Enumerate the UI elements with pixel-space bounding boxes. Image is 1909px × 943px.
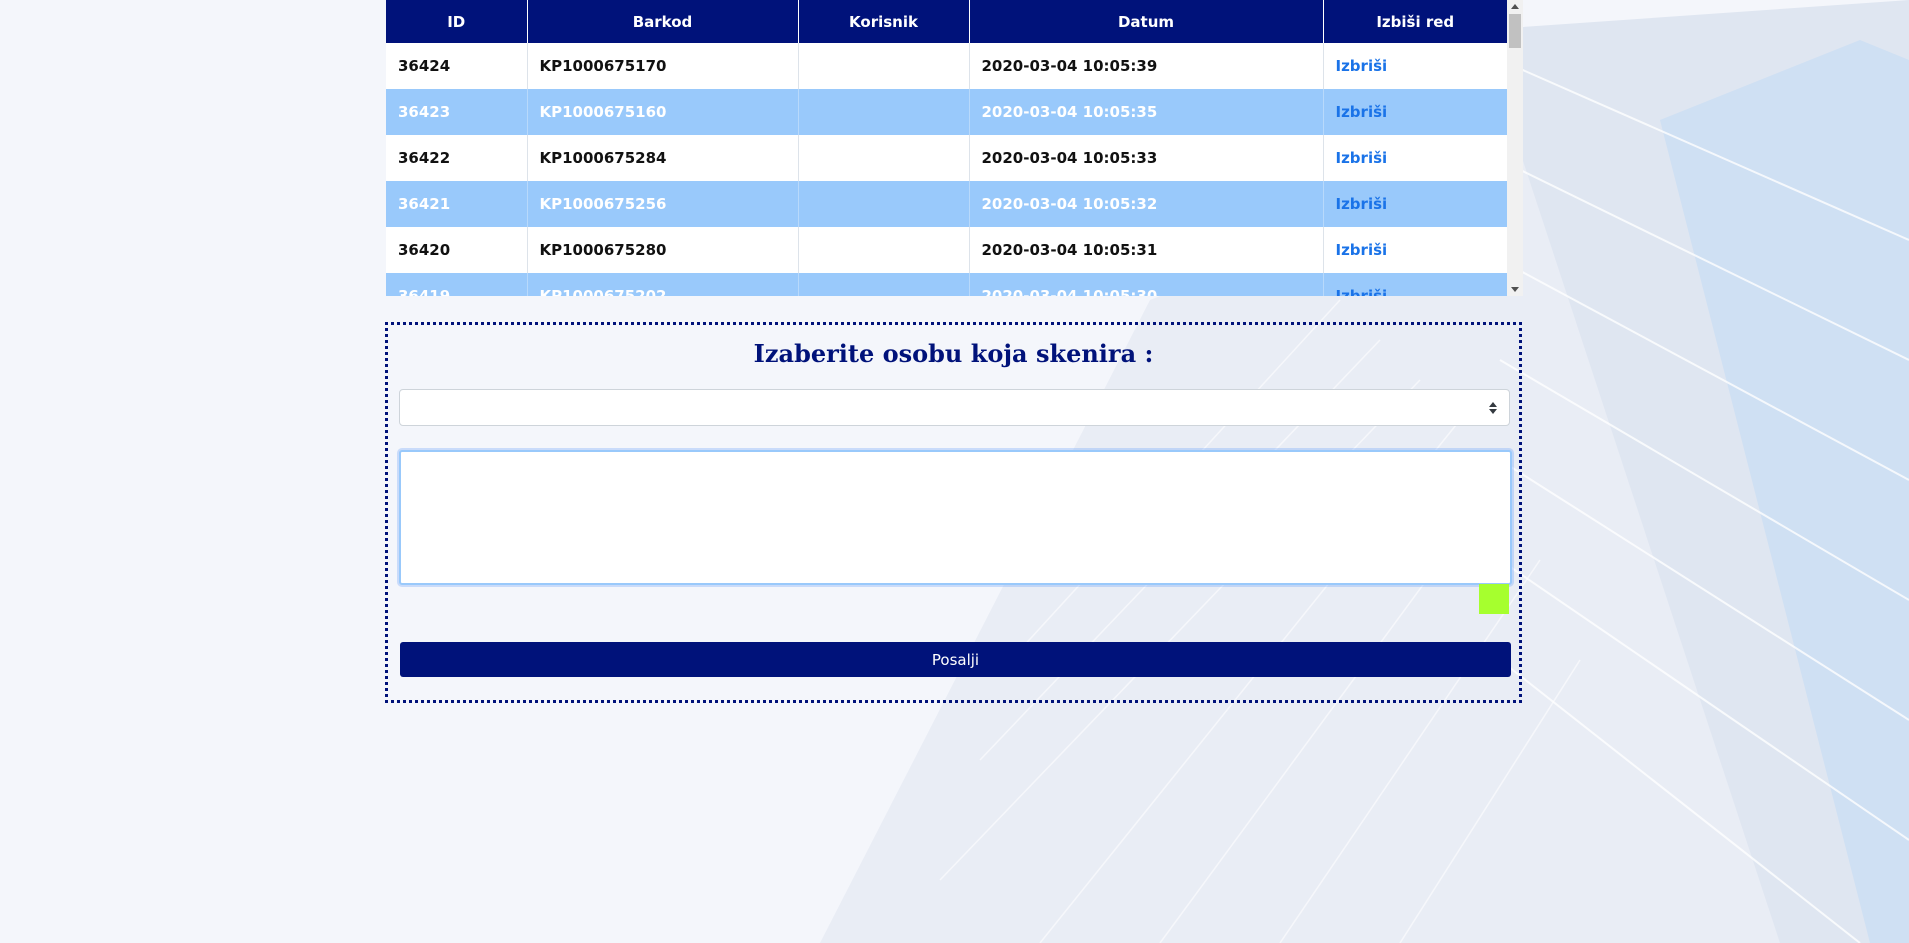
column-header-barcode: Barkod xyxy=(526,0,798,43)
cell-id: 36423 xyxy=(386,89,527,135)
cell-id: 36420 xyxy=(386,227,527,273)
cell-date: 2020-03-04 10:05:30 xyxy=(968,273,1323,296)
table-row: 36421 KP1000675256 2020-03-04 10:05:32 I… xyxy=(386,181,1507,227)
cell-barcode: KP1000675170 xyxy=(526,43,798,89)
cell-user xyxy=(797,135,969,181)
cell-user xyxy=(797,43,969,89)
cell-id: 36419 xyxy=(386,273,527,296)
send-button[interactable]: Posalji xyxy=(400,642,1511,677)
table-scrollbar[interactable] xyxy=(1507,0,1523,296)
cell-action: Izbriši xyxy=(1322,273,1507,296)
column-header-user: Korisnik xyxy=(797,0,969,43)
cell-barcode: KP1000675280 xyxy=(526,227,798,273)
cell-barcode: KP1000675160 xyxy=(526,89,798,135)
delete-row-link[interactable]: Izbriši xyxy=(1336,57,1388,75)
delete-row-link[interactable]: Izbriši xyxy=(1336,149,1388,167)
scrollbar-thumb[interactable] xyxy=(1509,14,1521,48)
cell-action: Izbriši xyxy=(1322,181,1507,227)
form-title: Izaberite osobu koja skenira : xyxy=(753,339,1154,368)
table-row: 36419 KP1000675202 2020-03-04 10:05:30 I… xyxy=(386,273,1507,296)
delete-row-link[interactable]: Izbriši xyxy=(1336,287,1388,296)
cell-date: 2020-03-04 10:05:39 xyxy=(968,43,1323,89)
cell-date: 2020-03-04 10:05:33 xyxy=(968,135,1323,181)
scan-table-container: ID Barkod Korisnik Datum Izbiši red 3642… xyxy=(386,0,1523,296)
cell-action: Izbriši xyxy=(1322,89,1507,135)
cell-action: Izbriši xyxy=(1322,227,1507,273)
cell-id: 36422 xyxy=(386,135,527,181)
cell-barcode: KP1000675256 xyxy=(526,181,798,227)
cell-user xyxy=(797,273,969,296)
table-row: 36422 KP1000675284 2020-03-04 10:05:33 I… xyxy=(386,135,1507,181)
cell-id: 36424 xyxy=(386,43,527,89)
delete-row-link[interactable]: Izbriši xyxy=(1336,195,1388,213)
cell-user xyxy=(797,181,969,227)
cell-barcode: KP1000675284 xyxy=(526,135,798,181)
table-header-row: ID Barkod Korisnik Datum Izbiši red xyxy=(386,0,1507,43)
cell-date: 2020-03-04 10:05:35 xyxy=(968,89,1323,135)
delete-row-link[interactable]: Izbriši xyxy=(1336,103,1388,121)
table-row: 36420 KP1000675280 2020-03-04 10:05:31 I… xyxy=(386,227,1507,273)
table-row: 36424 KP1000675170 2020-03-04 10:05:39 I… xyxy=(386,43,1507,89)
cell-user xyxy=(797,227,969,273)
cell-user xyxy=(797,89,969,135)
column-header-date: Datum xyxy=(968,0,1323,43)
scroll-down-arrow-icon[interactable] xyxy=(1511,287,1519,292)
scroll-up-arrow-icon[interactable] xyxy=(1511,4,1519,9)
scan-status-indicator xyxy=(1479,584,1509,614)
cell-id: 36421 xyxy=(386,181,527,227)
cell-barcode: KP1000675202 xyxy=(526,273,798,296)
scan-form: Izaberite osobu koja skenira : Posalji xyxy=(385,322,1522,703)
column-header-delete: Izbiši red xyxy=(1322,0,1507,43)
table-row: 36423 KP1000675160 2020-03-04 10:05:35 I… xyxy=(386,89,1507,135)
cell-date: 2020-03-04 10:05:31 xyxy=(968,227,1323,273)
sort-arrows-icon xyxy=(1489,402,1497,414)
scan-table: ID Barkod Korisnik Datum Izbiši red 3642… xyxy=(386,0,1507,296)
cell-action: Izbriši xyxy=(1322,43,1507,89)
delete-row-link[interactable]: Izbriši xyxy=(1336,241,1388,259)
scanner-person-select[interactable] xyxy=(399,389,1510,426)
barcode-scan-input[interactable] xyxy=(399,450,1512,585)
cell-date: 2020-03-04 10:05:32 xyxy=(968,181,1323,227)
column-header-id: ID xyxy=(386,0,527,43)
cell-action: Izbriši xyxy=(1322,135,1507,181)
